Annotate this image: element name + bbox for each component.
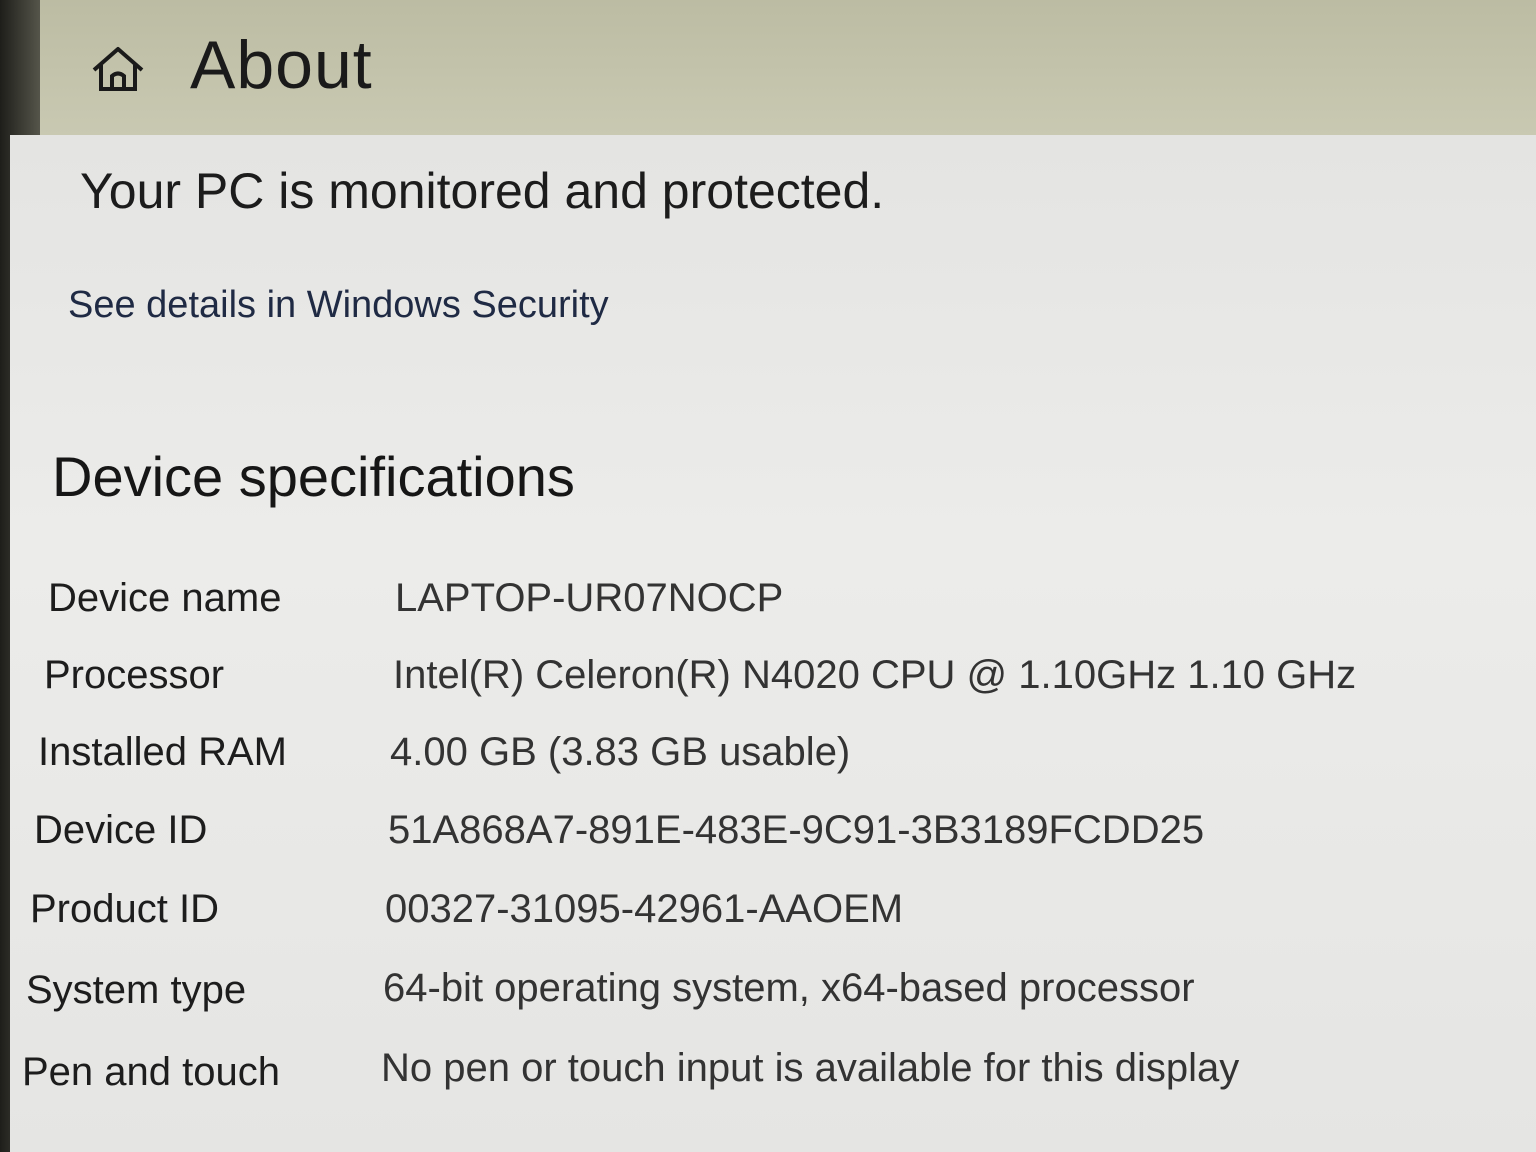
spec-label-product-id: Product ID: [30, 887, 219, 931]
spec-value-system-type: 64-bit operating system, x64-based proce…: [383, 966, 1195, 1010]
spec-value-pen-and-touch: No pen or touch input is available for t…: [381, 1046, 1240, 1090]
spec-value-installed-ram: 4.00 GB (3.83 GB usable): [390, 730, 851, 774]
protection-status: Your PC is monitored and protected.: [80, 163, 885, 219]
section-title: Device specifications: [52, 445, 575, 508]
spec-value-device-name: LAPTOP-UR07NOCP: [395, 576, 784, 620]
spec-label-processor: Processor: [44, 653, 225, 697]
spec-label-system-type: System type: [26, 968, 247, 1012]
spec-value-device-id: 51A868A7-891E-483E-9C91-3B3189FCDD25: [388, 808, 1205, 852]
spec-label-device-id: Device ID: [34, 808, 208, 852]
spec-value-processor: Intel(R) Celeron(R) N4020 CPU @ 1.10GHz …: [393, 653, 1357, 697]
page-title: About: [190, 27, 373, 103]
settings-window: About Your PC is monitored and protected…: [0, 0, 1536, 1152]
spec-value-product-id: 00327-31095-42961-AAOEM: [385, 887, 904, 931]
spec-label-device-name: Device name: [48, 576, 282, 620]
windows-security-link[interactable]: See details in Windows Security: [68, 284, 609, 327]
spec-label-installed-ram: Installed RAM: [38, 730, 287, 774]
spec-label-pen-and-touch: Pen and touch: [22, 1050, 280, 1094]
home-icon[interactable]: [90, 44, 146, 94]
